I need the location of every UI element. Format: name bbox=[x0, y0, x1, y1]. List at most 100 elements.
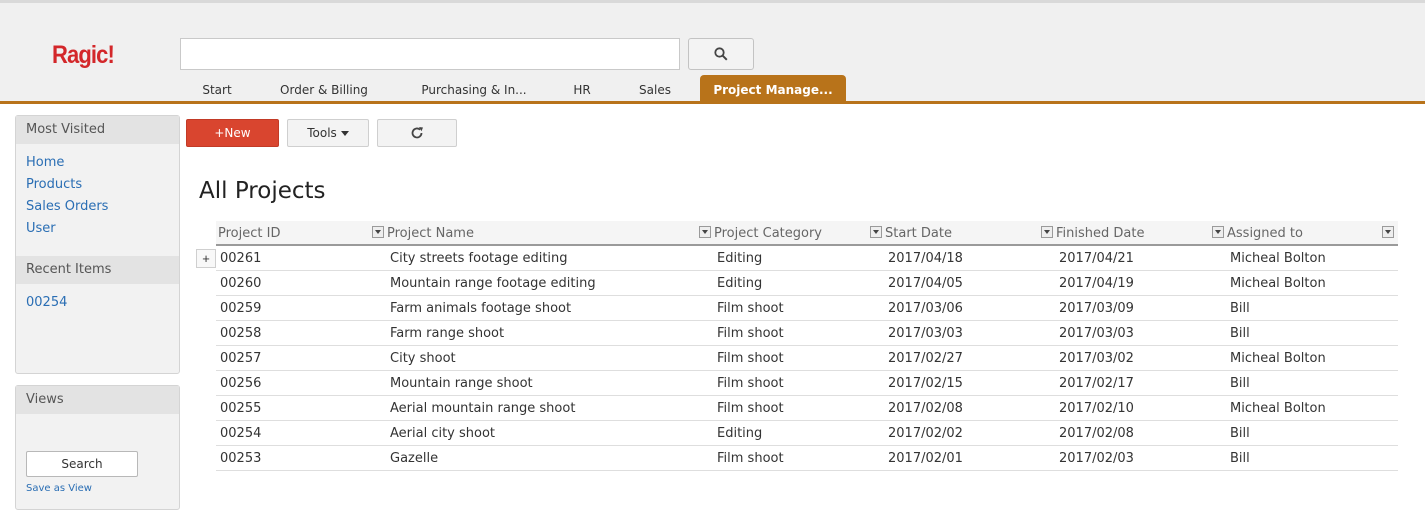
projects-table: Project ID Project Name Project Category… bbox=[216, 221, 1398, 471]
column-menu-icon[interactable] bbox=[1212, 226, 1224, 238]
table-body: 00261 City streets footage editing Editing… bbox=[216, 246, 1398, 471]
cell-project-category: Film shoot bbox=[717, 401, 784, 416]
column-header-finished-date[interactable]: Finished Date bbox=[1056, 221, 1144, 246]
cell-project-category: Editing bbox=[717, 251, 763, 266]
tab-project-management[interactable]: Project Manage... bbox=[700, 75, 846, 104]
views-panel: Views Search Save as View bbox=[15, 385, 180, 510]
cell-project-category: Film shoot bbox=[717, 351, 784, 366]
cell-project-category: Film shoot bbox=[717, 326, 784, 341]
most-visited-heading: Most Visited bbox=[16, 116, 179, 144]
tab-sales[interactable]: Sales bbox=[610, 75, 700, 104]
cell-start-date: 2017/02/08 bbox=[888, 401, 963, 416]
recent-items-heading: Recent Items bbox=[16, 256, 179, 284]
cell-finished-date: 2017/03/09 bbox=[1059, 301, 1134, 316]
column-header-start-date[interactable]: Start Date bbox=[885, 221, 952, 246]
cell-finished-date: 2017/02/10 bbox=[1059, 401, 1134, 416]
table-row[interactable]: 00254 Aerial city shoot Editing 2017/02/02 2… bbox=[216, 421, 1398, 446]
table-row[interactable]: 00253 Gazelle Film shoot 2017/02/01 2017/02/… bbox=[216, 446, 1398, 471]
tab-order-billing[interactable]: Order & Billing bbox=[254, 75, 394, 104]
cell-project-name: Farm range shoot bbox=[390, 326, 505, 341]
cell-project-category: Film shoot bbox=[717, 301, 784, 316]
search-icon bbox=[714, 47, 728, 61]
sidebar-link-sales-orders[interactable]: Sales Orders bbox=[16, 196, 179, 218]
cell-project-id: 00258 bbox=[220, 326, 262, 341]
sidebar-link-home[interactable]: Home bbox=[16, 152, 179, 174]
column-menu-icon[interactable] bbox=[699, 226, 711, 238]
cell-project-category: Film shoot bbox=[717, 376, 784, 391]
column-menu-icon[interactable] bbox=[1382, 226, 1394, 238]
tools-menu-button[interactable]: Tools bbox=[287, 119, 369, 147]
cell-assigned-to: Bill bbox=[1230, 326, 1250, 341]
sidebar-link-products[interactable]: Products bbox=[16, 174, 179, 196]
cell-finished-date: 2017/02/17 bbox=[1059, 376, 1134, 391]
views-search-button[interactable]: Search bbox=[26, 451, 138, 477]
cell-project-name: Gazelle bbox=[390, 451, 439, 466]
column-header-project-name[interactable]: Project Name bbox=[387, 221, 474, 246]
table-row[interactable]: 00255 Aerial mountain range shoot Film sho… bbox=[216, 396, 1398, 421]
top-header: Ragic! Start Order & Billing Purchasing … bbox=[0, 0, 1425, 104]
column-menu-icon[interactable] bbox=[372, 226, 384, 238]
cell-project-name: Aerial city shoot bbox=[390, 426, 496, 441]
cell-start-date: 2017/02/01 bbox=[888, 451, 963, 466]
cell-assigned-to: Micheal Bolton bbox=[1230, 351, 1326, 366]
cell-start-date: 2017/02/15 bbox=[888, 376, 963, 391]
table-row[interactable]: 00256 Mountain range shoot Film shoot 2017/… bbox=[216, 371, 1398, 396]
tab-start[interactable]: Start bbox=[180, 75, 254, 104]
cell-start-date: 2017/03/06 bbox=[888, 301, 963, 316]
cell-start-date: 2017/02/27 bbox=[888, 351, 963, 366]
cell-start-date: 2017/02/02 bbox=[888, 426, 963, 441]
cell-project-id: 00259 bbox=[220, 301, 262, 316]
cell-finished-date: 2017/03/03 bbox=[1059, 326, 1134, 341]
column-menu-icon[interactable] bbox=[870, 226, 882, 238]
column-header-project-category[interactable]: Project Category bbox=[714, 221, 822, 246]
new-record-button[interactable]: +New bbox=[186, 119, 279, 147]
cell-finished-date: 2017/02/08 bbox=[1059, 426, 1134, 441]
cell-project-id: 00260 bbox=[220, 276, 262, 291]
cell-project-id: 00257 bbox=[220, 351, 262, 366]
cell-project-id: 00254 bbox=[220, 426, 262, 441]
cell-project-name: Farm animals footage shoot bbox=[390, 301, 572, 316]
cell-finished-date: 2017/03/02 bbox=[1059, 351, 1134, 366]
column-header-assigned-to[interactable]: Assigned to bbox=[1227, 221, 1303, 246]
cell-assigned-to: Bill bbox=[1230, 301, 1250, 316]
cell-project-id: 00256 bbox=[220, 376, 262, 391]
cell-finished-date: 2017/02/03 bbox=[1059, 451, 1134, 466]
ragic-logo[interactable]: Ragic! bbox=[52, 41, 115, 70]
sidebar-panel: Most Visited Home Products Sales Orders … bbox=[15, 115, 180, 374]
cell-project-name: City shoot bbox=[390, 351, 456, 366]
cell-assigned-to: Bill bbox=[1230, 426, 1250, 441]
cell-finished-date: 2017/04/21 bbox=[1059, 251, 1134, 266]
table-row[interactable]: 00261 City streets footage editing Editing… bbox=[216, 246, 1398, 271]
cell-start-date: 2017/03/03 bbox=[888, 326, 963, 341]
column-menu-icon[interactable] bbox=[1041, 226, 1053, 238]
page-title: All Projects bbox=[199, 178, 326, 204]
cell-assigned-to: Micheal Bolton bbox=[1230, 401, 1326, 416]
cell-assigned-to: Bill bbox=[1230, 376, 1250, 391]
search-input[interactable] bbox=[180, 38, 680, 70]
save-as-view-link[interactable]: Save as View bbox=[26, 483, 92, 494]
table-header: Project ID Project Name Project Category… bbox=[216, 221, 1398, 246]
refresh-button[interactable] bbox=[377, 119, 457, 147]
cell-assigned-to: Micheal Bolton bbox=[1230, 251, 1326, 266]
cell-project-id: 00255 bbox=[220, 401, 262, 416]
column-header-project-id[interactable]: Project ID bbox=[218, 221, 280, 246]
table-row[interactable]: 00259 Farm animals footage shoot Film shoo… bbox=[216, 296, 1398, 321]
cell-project-name: Mountain range shoot bbox=[390, 376, 533, 391]
cell-assigned-to: Bill bbox=[1230, 451, 1250, 466]
views-heading: Views bbox=[16, 386, 179, 414]
tab-purchasing-inventory[interactable]: Purchasing & In... bbox=[394, 75, 554, 104]
cell-project-category: Film shoot bbox=[717, 451, 784, 466]
recent-item-link[interactable]: 00254 bbox=[16, 292, 179, 314]
tab-hr[interactable]: HR bbox=[554, 75, 610, 104]
module-tabs: Start Order & Billing Purchasing & In...… bbox=[180, 75, 846, 104]
add-row-button[interactable]: + bbox=[196, 249, 216, 268]
cell-project-category: Editing bbox=[717, 426, 763, 441]
cell-project-category: Editing bbox=[717, 276, 763, 291]
search-button[interactable] bbox=[688, 38, 754, 70]
table-row[interactable]: 00257 City shoot Film shoot 2017/02/27 2017/… bbox=[216, 346, 1398, 371]
cell-project-id: 00253 bbox=[220, 451, 262, 466]
sidebar-link-user[interactable]: User bbox=[16, 218, 179, 240]
table-row[interactable]: 00260 Mountain range footage editing Editi… bbox=[216, 271, 1398, 296]
refresh-icon bbox=[411, 127, 423, 139]
table-row[interactable]: 00258 Farm range shoot Film shoot 2017/03/0… bbox=[216, 321, 1398, 346]
